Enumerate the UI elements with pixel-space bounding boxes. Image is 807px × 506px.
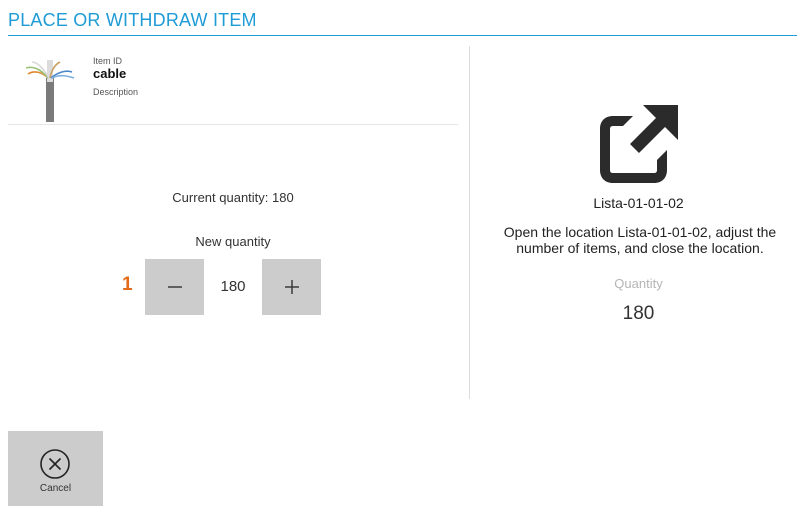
current-quantity: Current quantity: 180 xyxy=(172,190,294,205)
cancel-label: Cancel xyxy=(39,483,72,494)
location-quantity-value: 180 xyxy=(622,303,655,324)
location-quantity-caption: Quantity xyxy=(614,276,663,291)
item-divider xyxy=(8,124,458,125)
step-number-badge: 1 xyxy=(122,274,133,295)
item-description-label: Description xyxy=(93,87,139,97)
decrease-quantity-button[interactable] xyxy=(145,259,204,315)
cable-image xyxy=(25,60,75,122)
plus-icon xyxy=(284,280,299,294)
title-divider xyxy=(8,35,797,36)
cancel-button[interactable]: Cancel xyxy=(8,431,103,506)
item-id-label: Item ID xyxy=(93,56,123,66)
location-name: Lista-01-01-02 xyxy=(593,195,684,211)
new-quantity-label: New quantity xyxy=(195,234,271,249)
open-external-icon xyxy=(600,105,678,183)
panel-divider xyxy=(469,46,470,399)
increase-quantity-button[interactable] xyxy=(262,259,321,315)
page-title: PLACE OR WITHDRAW ITEM xyxy=(8,10,257,30)
item-name: cable xyxy=(93,66,127,81)
location-instruction: Open the location Lista-01-01-02, adjust… xyxy=(503,224,777,256)
close-circle-icon xyxy=(40,449,70,479)
quantity-value[interactable]: 180 xyxy=(204,278,262,295)
minus-icon xyxy=(167,286,182,288)
